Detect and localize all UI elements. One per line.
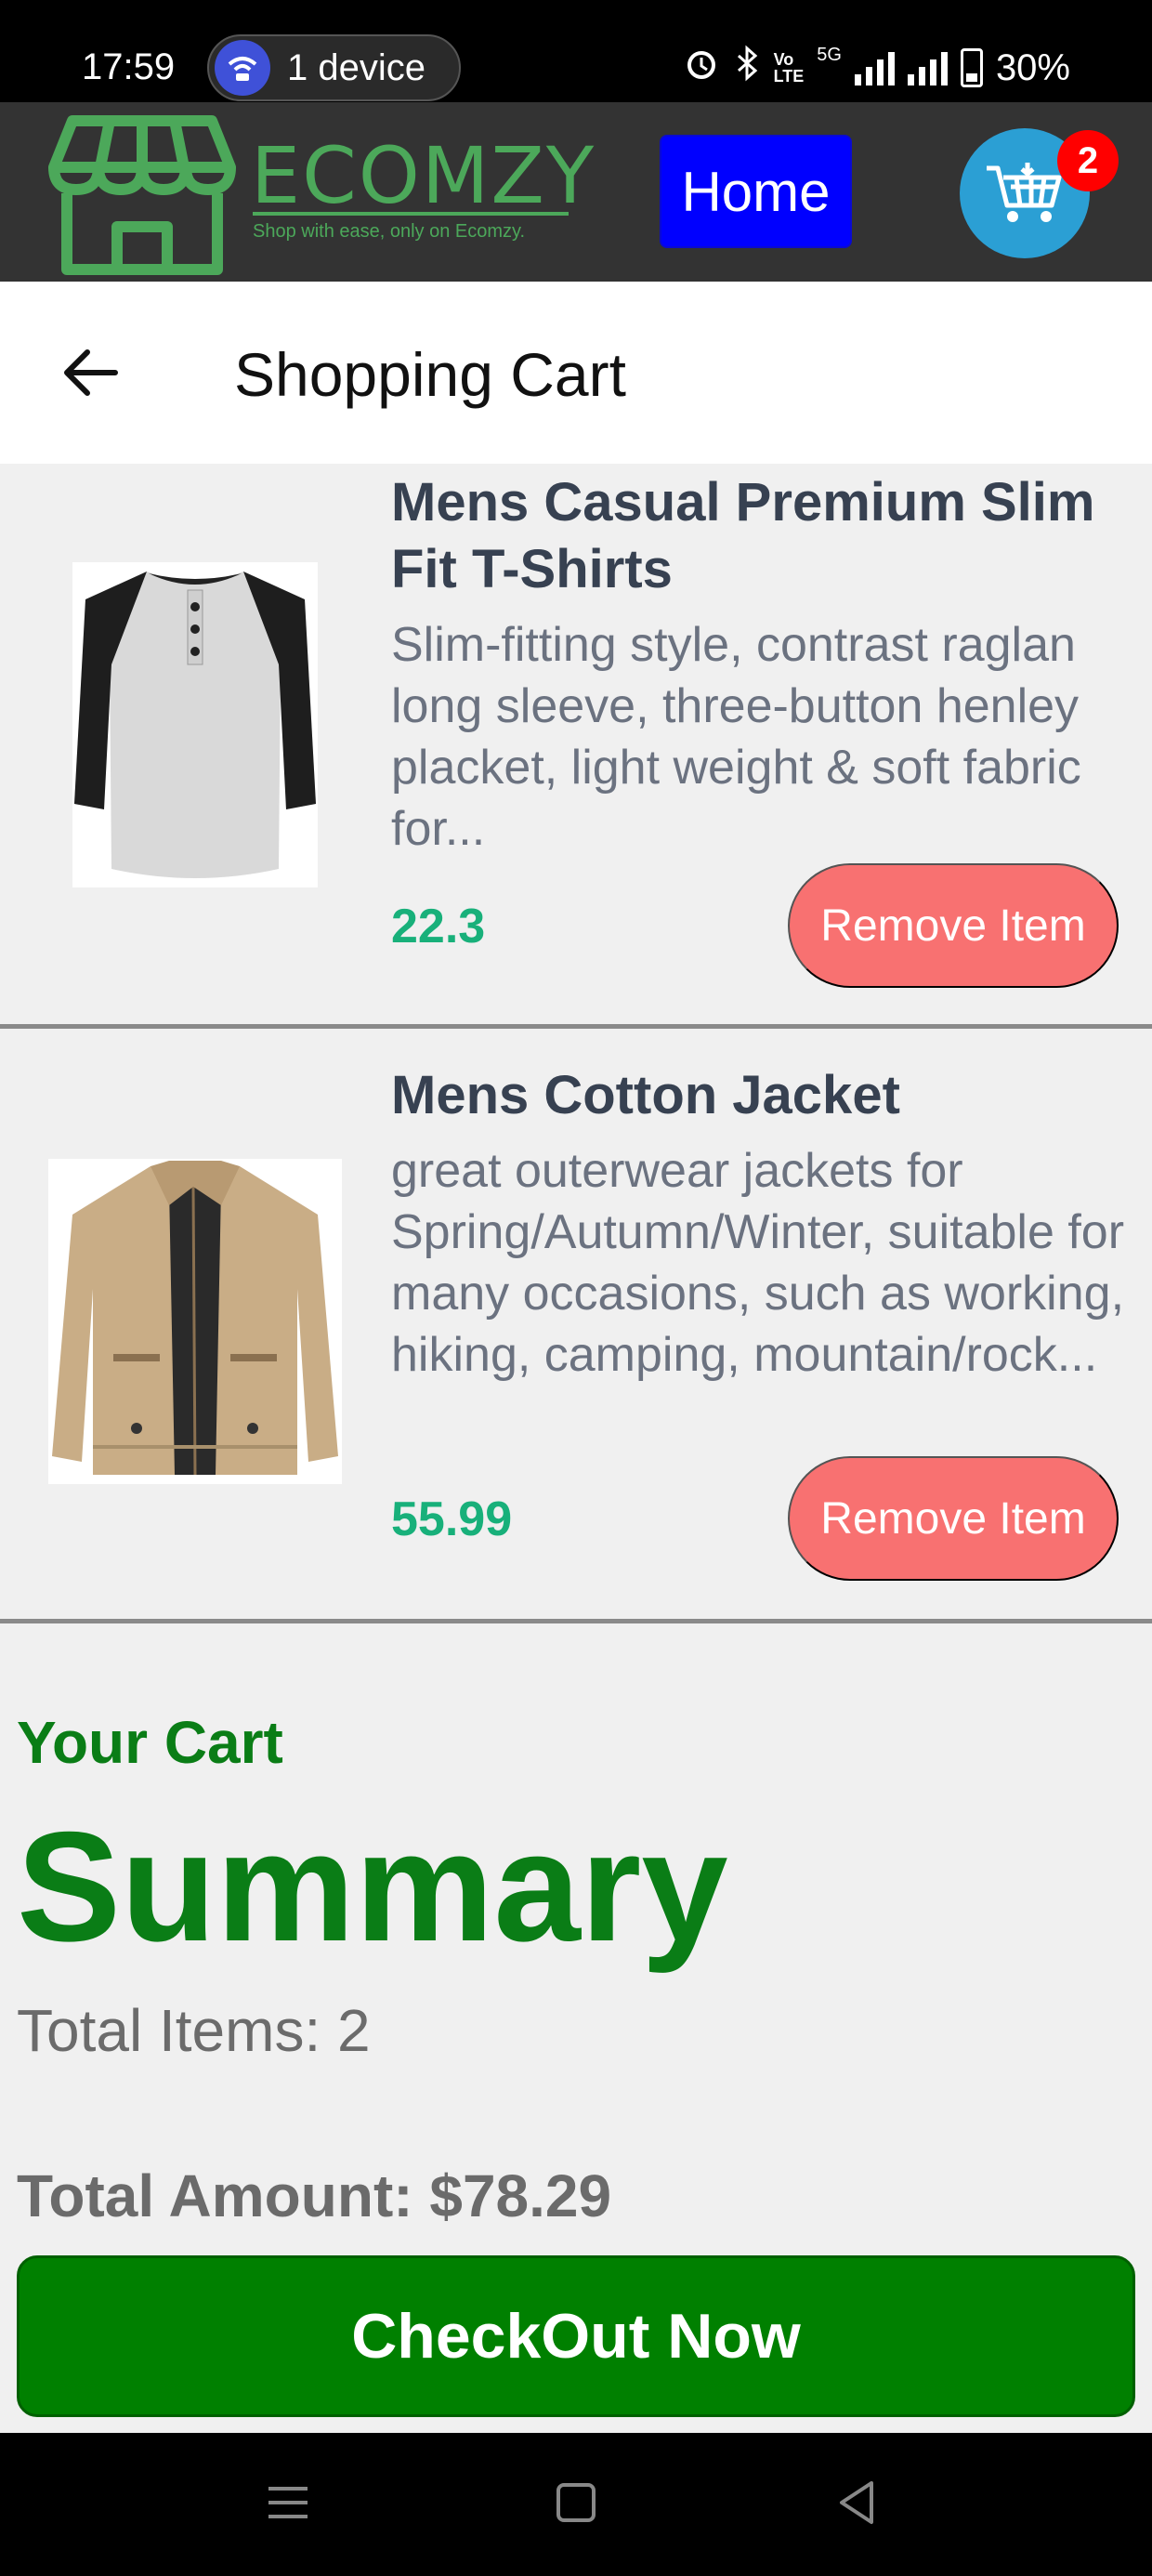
logo-tagline: Shop with ease, only on Ecomzy. bbox=[253, 221, 526, 242]
battery-icon bbox=[960, 48, 983, 87]
cart-item: Mens Casual Premium Slim Fit T-Shirts Sl… bbox=[0, 464, 1152, 1029]
home-button[interactable]: Home bbox=[660, 135, 852, 248]
jacket-product-image[interactable] bbox=[48, 1159, 342, 1484]
status-icons: Vo LTE 5G 30% bbox=[683, 45, 1070, 91]
page-title: Shopping Cart bbox=[234, 340, 626, 409]
tshirt-product-image[interactable] bbox=[72, 562, 318, 887]
total-items: Total Items: 2 bbox=[17, 1997, 371, 2064]
remove-item-button[interactable]: Remove Item bbox=[788, 863, 1119, 988]
checkout-button[interactable]: CheckOut Now bbox=[17, 2255, 1135, 2417]
status-time: 17:59 bbox=[82, 46, 176, 87]
bluetooth-icon bbox=[733, 45, 761, 91]
logo-text[interactable]: ECOMZY bbox=[251, 134, 596, 217]
alarm-icon bbox=[683, 45, 720, 91]
item-title[interactable]: Mens Cotton Jacket bbox=[391, 1062, 1134, 1129]
summary-kicker: Your Cart bbox=[17, 1709, 283, 1776]
device-label: 1 device bbox=[287, 46, 425, 88]
cart-item: Mens Cotton Jacket great outerwear jacke… bbox=[0, 1029, 1152, 1623]
item-title[interactable]: Mens Casual Premium Slim Fit T-Shirts bbox=[391, 469, 1134, 603]
back-nav-icon[interactable] bbox=[825, 2470, 890, 2535]
system-nav-bar bbox=[0, 2433, 1152, 2576]
signal-icon-1 bbox=[854, 50, 895, 85]
item-price: 22.3 bbox=[391, 900, 486, 953]
logo-underline bbox=[253, 212, 569, 216]
signal-icon-2 bbox=[907, 50, 948, 85]
device-pill[interactable]: 1 device bbox=[207, 34, 461, 101]
summary-title: Summary bbox=[17, 1799, 728, 1974]
item-description: great outerwear jackets for Spring/Autum… bbox=[391, 1144, 1125, 1382]
shopping-cart-icon bbox=[987, 163, 1062, 222]
remove-item-button[interactable]: Remove Item bbox=[788, 1456, 1119, 1581]
menu-nav-icon[interactable] bbox=[255, 2470, 321, 2535]
back-arrow-icon[interactable] bbox=[58, 339, 124, 406]
battery-percent: 30% bbox=[995, 46, 1070, 88]
network-5g-label: 5G bbox=[817, 45, 842, 65]
item-description: Slim-fitting style, contrast raglan long… bbox=[391, 618, 1081, 856]
volte-icon: Vo LTE bbox=[773, 50, 805, 85]
status-bar: 17:59 1 device Vo LTE 5G 30% bbox=[0, 0, 1152, 102]
total-amount: Total Amount: $78.29 bbox=[17, 2162, 612, 2229]
item-price: 55.99 bbox=[391, 1492, 513, 1546]
wifi-device-icon bbox=[215, 40, 270, 96]
cart-count-badge: 2 bbox=[1057, 130, 1119, 191]
home-nav-icon[interactable] bbox=[543, 2470, 609, 2535]
page-header: Shopping Cart bbox=[0, 282, 1152, 464]
store-logo-icon[interactable] bbox=[45, 110, 240, 279]
